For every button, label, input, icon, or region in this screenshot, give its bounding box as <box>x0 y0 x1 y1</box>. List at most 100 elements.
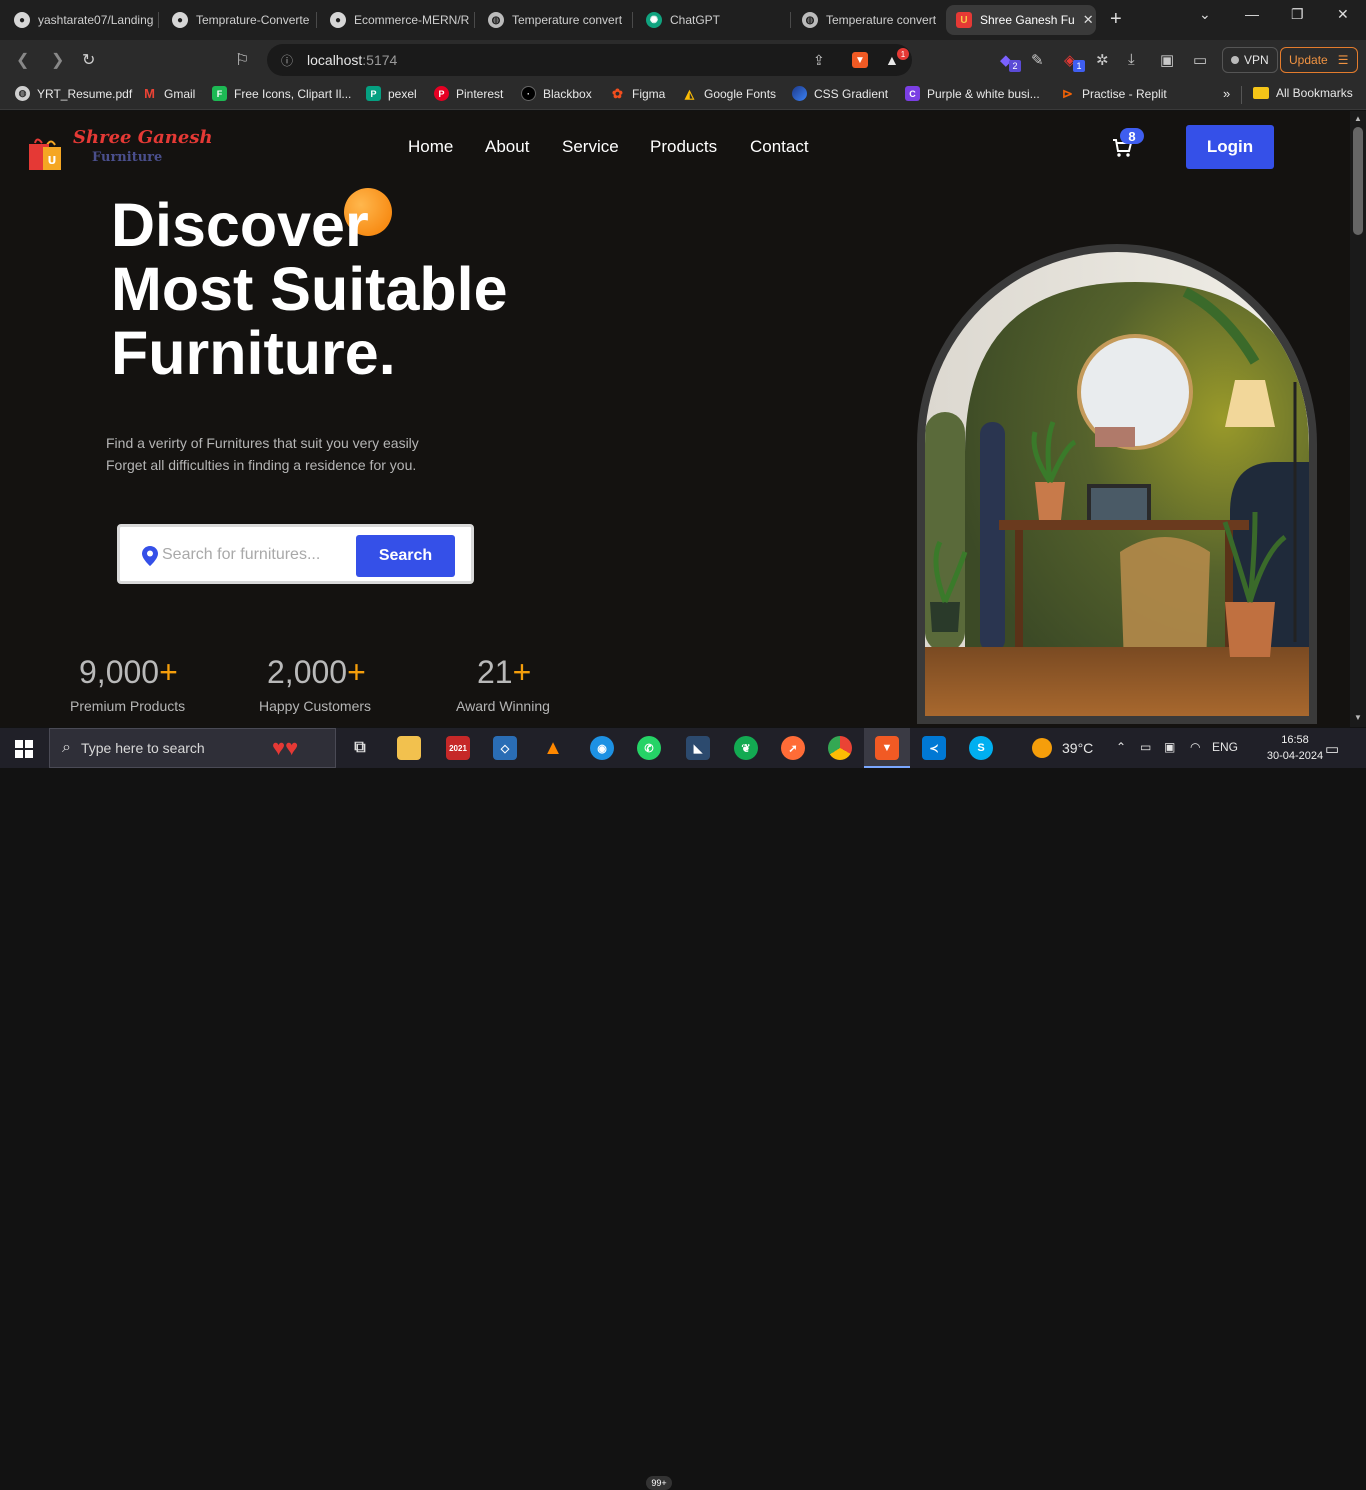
chrome-icon[interactable] <box>828 736 852 760</box>
virtualbox-icon[interactable]: ◇ <box>493 736 517 760</box>
extensions-puzzle-icon[interactable]: ✲ <box>1096 51 1109 69</box>
solidworks-icon[interactable]: 2021 <box>446 736 470 760</box>
sw-label: 2021 <box>449 743 467 753</box>
brand-name[interactable]: Shree Ganesh <box>73 127 213 148</box>
nav-products[interactable]: Products <box>650 137 717 157</box>
brave-shields-icon[interactable]: ▼ <box>852 52 868 68</box>
url-port: :5174 <box>362 52 398 68</box>
mysql-workbench-icon[interactable]: ◣ <box>686 736 710 760</box>
all-bookmarks-folder[interactable]: All Bookmarks <box>1253 86 1353 100</box>
whatsapp-badge: 99+ <box>646 1476 672 1490</box>
language-indicator[interactable]: ENG <box>1212 740 1238 754</box>
maximize-button[interactable]: ❐ <box>1291 6 1304 23</box>
sidebar-icon[interactable]: ▣ <box>1160 51 1174 69</box>
stat-number: 2,000 <box>267 654 348 690</box>
tab-landing[interactable]: ● yashtarate07/Landing <box>4 5 156 35</box>
hero-subtext-line-1: Find a verirty of Furnitures that suit y… <box>106 435 419 451</box>
bookmark-page-icon[interactable]: ⚐ <box>235 50 249 70</box>
address-bar[interactable]: ⓘ localhost :5174 ⇪ ▼ ▲ 1 <box>267 44 912 76</box>
downloads-icon[interactable]: ⤓ <box>1128 51 1135 68</box>
task-view-icon[interactable]: ⧉ <box>348 736 372 760</box>
vpn-button[interactable]: VPN <box>1222 47 1278 73</box>
show-hidden-icons-icon[interactable]: ⌃ <box>1116 740 1126 754</box>
tab-chatgpt[interactable]: ✺ ChatGPT <box>636 5 788 35</box>
mongodb-compass-icon[interactable]: ❦ <box>734 736 758 760</box>
more-bookmarks-button[interactable]: » <box>1223 86 1230 101</box>
nav-about[interactable]: About <box>485 137 529 157</box>
tab-temperature-convert[interactable]: ◍ Temperature convert <box>478 5 630 35</box>
tab-search-chevron-icon[interactable]: ⌄ <box>1199 6 1211 23</box>
forward-button[interactable]: ❯ <box>51 50 64 70</box>
whatsapp-icon[interactable]: ✆ <box>637 736 661 760</box>
minimize-button[interactable]: — <box>1245 6 1259 22</box>
search-input[interactable] <box>162 542 352 568</box>
close-tab-icon[interactable]: ✕ <box>1083 12 1094 28</box>
brave-browser-icon[interactable]: ▼ <box>875 736 899 760</box>
shopping-bag-logo-icon[interactable]: U <box>27 135 63 171</box>
display-icon[interactable]: ▣ <box>1164 740 1175 754</box>
bookmark-css-gradient[interactable]: CSS Gradient <box>792 86 888 101</box>
nav-contact[interactable]: Contact <box>750 137 809 157</box>
clock-date: 30-04-2024 <box>1266 750 1324 762</box>
battery-icon[interactable]: ▭ <box>1140 740 1151 754</box>
bookmark-label: All Bookmarks <box>1276 86 1353 100</box>
webpage-viewport: U Shree Ganesh Furniture Home About Serv… <box>0 111 1350 727</box>
hero-line-3: Furniture. <box>111 319 396 387</box>
update-button[interactable]: Update ☰ <box>1280 47 1358 73</box>
tab-title: Ecommerce-MERN/R <box>354 13 470 27</box>
globe-icon: ◍ <box>488 12 504 28</box>
pexels-icon: P <box>366 86 381 101</box>
login-button[interactable]: Login <box>1186 125 1274 169</box>
wallet-icon[interactable]: ▭ <box>1193 51 1207 69</box>
scroll-up-arrow-icon[interactable]: ▲ <box>1354 114 1362 123</box>
wifi-icon[interactable]: ◠ <box>1190 740 1200 754</box>
reload-button[interactable]: ↻ <box>82 50 95 70</box>
strawberry-icon: ♥♥ <box>272 735 299 760</box>
weather-icon[interactable] <box>1032 738 1052 758</box>
stat-plus: + <box>347 654 366 690</box>
bookmark-replit[interactable]: ⊳ Practise - Replit <box>1060 86 1167 101</box>
bookmark-canva[interactable]: C Purple & white busi... <box>905 86 1040 101</box>
nav-service[interactable]: Service <box>562 137 619 157</box>
tab-temperature-convert-2[interactable]: ◍ Temperature convert <box>792 5 942 35</box>
share-icon[interactable]: ⇪ <box>813 52 825 69</box>
bookmark-gmail[interactable]: M Gmail <box>142 86 195 101</box>
bookmark-blackbox[interactable]: · Blackbox <box>521 86 592 101</box>
notifications-icon[interactable]: ▭ <box>1325 740 1339 758</box>
menu-icon: ☰ <box>1337 53 1349 67</box>
file-explorer-icon[interactable] <box>397 736 421 760</box>
tab-shree-ganesh-active[interactable]: U Shree Ganesh Fu ✕ <box>946 5 1096 35</box>
back-button[interactable]: ❮ <box>16 50 29 70</box>
system-clock[interactable]: 16:58 30-04-2024 <box>1262 732 1328 764</box>
close-window-button[interactable]: ✕ <box>1337 6 1349 23</box>
new-tab-button[interactable]: + <box>1110 8 1122 31</box>
bookmark-pexel[interactable]: P pexel <box>366 86 417 101</box>
bookmark-google-fonts[interactable]: ◭ Google Fonts <box>682 86 776 101</box>
windows-start-icon[interactable] <box>15 740 33 758</box>
bookmark-label: Gmail <box>164 86 196 101</box>
scroll-down-arrow-icon[interactable]: ▼ <box>1354 713 1362 722</box>
bookmark-free-icons[interactable]: F Free Icons, Clipart Il... <box>212 86 351 101</box>
vlc-icon[interactable]: ▲ <box>541 736 565 760</box>
docker-icon[interactable]: ◉ <box>590 736 614 760</box>
bookmark-figma[interactable]: ✿ Figma <box>610 86 665 101</box>
weather-temperature[interactable]: 39°C <box>1062 740 1093 756</box>
tab-title: Temperature convert <box>826 13 937 27</box>
skype-icon[interactable]: S <box>969 736 993 760</box>
scrollbar-thumb[interactable] <box>1353 127 1363 235</box>
bookmark-label: CSS Gradient <box>814 86 889 101</box>
eyedropper-icon[interactable]: ✎ <box>1031 51 1044 69</box>
tab-temprature-converter[interactable]: ● Temprature-Converte <box>162 5 314 35</box>
taskbar-search-box[interactable]: ⌕ Type here to search ♥♥ <box>49 728 336 768</box>
page-scrollbar[interactable]: ▲ ▼ <box>1350 111 1366 727</box>
postman-icon[interactable]: ➚ <box>781 736 805 760</box>
bookmark-resume[interactable]: ◍ YRT_Resume.pdf <box>15 86 132 101</box>
tab-ecommerce-mern[interactable]: ● Ecommerce-MERN/R <box>320 5 472 35</box>
vscode-icon[interactable]: ≺ <box>922 736 946 760</box>
search-button[interactable]: Search <box>356 535 455 577</box>
bookmark-pinterest[interactable]: P Pinterest <box>434 86 503 101</box>
bookmark-label: Pinterest <box>456 86 504 101</box>
stat-happy-customers-label: Happy Customers <box>259 698 372 714</box>
nav-home[interactable]: Home <box>408 137 453 157</box>
site-info-icon[interactable]: ⓘ <box>281 52 293 69</box>
